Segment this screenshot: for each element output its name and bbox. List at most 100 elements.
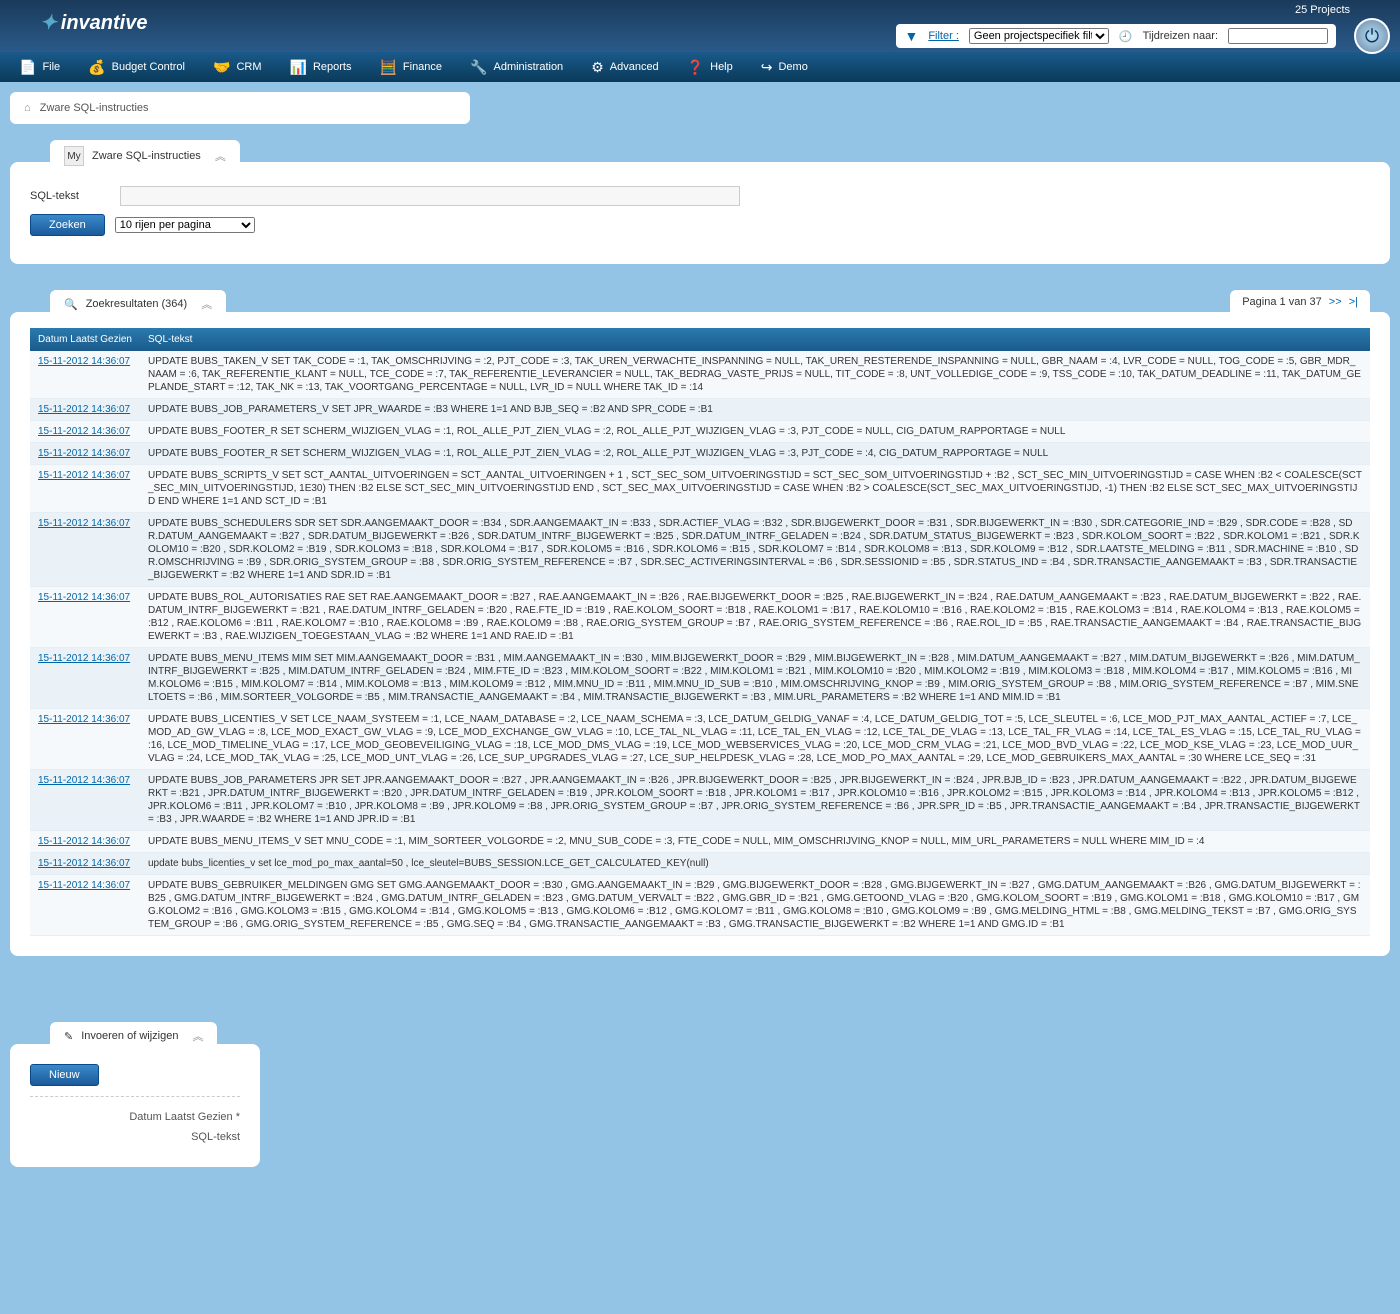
table-row: 15-11-2012 14:36:07UPDATE BUBS_LICENTIES…	[30, 709, 1370, 770]
collapse-icon[interactable]: ︽	[192, 1028, 203, 1044]
row-date-link[interactable]: 15-11-2012 14:36:07	[30, 648, 140, 709]
results-table: Datum Laatst Gezien SQL-tekst 15-11-2012…	[30, 328, 1370, 936]
menu-item-finance[interactable]: 🧮Finance	[365, 52, 456, 82]
menu-label: Help	[710, 61, 733, 73]
edit-panel-title: Invoeren of wijzigen	[81, 1030, 178, 1042]
row-date-link[interactable]: 15-11-2012 14:36:07	[30, 465, 140, 513]
row-date-link[interactable]: 15-11-2012 14:36:07	[30, 399, 140, 421]
home-icon[interactable]: ⌂	[24, 102, 31, 114]
power-button[interactable]: ⏻	[1354, 18, 1390, 54]
table-row: 15-11-2012 14:36:07UPDATE BUBS_MENU_ITEM…	[30, 831, 1370, 853]
results-panel: 🔍 Zoekresultaten (364) ︽ Pagina 1 van 37…	[10, 312, 1390, 956]
project-filter-select[interactable]: Geen projectspecifiek filter	[969, 28, 1109, 44]
table-row: 15-11-2012 14:36:07UPDATE BUBS_JOB_PARAM…	[30, 399, 1370, 421]
menu-label: File	[42, 61, 60, 73]
pager-last[interactable]: >|	[1349, 296, 1358, 308]
row-date-link[interactable]: 15-11-2012 14:36:07	[30, 351, 140, 399]
menu-item-budget-control[interactable]: 💰 Budget Control	[74, 52, 199, 82]
time-travel-label: Tijdreizen naar:	[1143, 30, 1218, 42]
mysql-icon: My	[64, 146, 84, 166]
search-icon: 🔍	[64, 298, 78, 311]
results-panel-title: Zoekresultaten (364)	[86, 298, 188, 310]
demo-icon: ↪	[761, 59, 773, 76]
menu-label: Reports	[313, 61, 352, 73]
pager: Pagina 1 van 37 >> >|	[1230, 290, 1370, 314]
main-menu: 📄 File 💰 Budget Control 🤝 CRM 📊 Reports 🧮Finance…	[0, 52, 1400, 82]
menu-label: Advanced	[610, 61, 659, 73]
administration-icon: 🔧	[470, 59, 487, 76]
row-sql-text: UPDATE BUBS_JOB_PARAMETERS JPR SET JPR.A…	[140, 770, 1370, 831]
edit-field-date: Datum Laatst Gezien *	[30, 1107, 240, 1127]
menu-item-administration[interactable]: 🔧Administration	[456, 52, 577, 82]
file-icon: 📄	[19, 59, 36, 76]
table-row: 15-11-2012 14:36:07UPDATE BUBS_FOOTER_R …	[30, 443, 1370, 465]
row-date-link[interactable]: 15-11-2012 14:36:07	[30, 853, 140, 875]
row-date-link[interactable]: 15-11-2012 14:36:07	[30, 831, 140, 853]
row-date-link[interactable]: 15-11-2012 14:36:07	[30, 770, 140, 831]
budget-control-icon: 💰	[88, 59, 105, 76]
menu-item-crm[interactable]: 🤝 CRM	[199, 52, 276, 82]
row-sql-text: UPDATE BUBS_SCRIPTS_V SET SCT_AANTAL_UIT…	[140, 465, 1370, 513]
row-date-link[interactable]: 15-11-2012 14:36:07	[30, 709, 140, 770]
new-button[interactable]: Nieuw	[30, 1064, 99, 1086]
row-sql-text: UPDATE BUBS_MENU_ITEMS MIM SET MIM.AANGE…	[140, 648, 1370, 709]
menu-item-help[interactable]: ❓ Help	[673, 52, 747, 82]
table-row: 15-11-2012 14:36:07UPDATE BUBS_ROL_AUTOR…	[30, 587, 1370, 648]
table-row: 15-11-2012 14:36:07UPDATE BUBS_SCHEDULER…	[30, 513, 1370, 587]
results-panel-tab: 🔍 Zoekresultaten (364) ︽	[50, 290, 226, 319]
time-travel-input[interactable]	[1228, 28, 1328, 44]
breadcrumb-title: Zware SQL-instructies	[40, 102, 149, 114]
row-date-link[interactable]: 15-11-2012 14:36:07	[30, 513, 140, 587]
menu-item-demo[interactable]: ↪ Demo	[747, 52, 822, 82]
menu-label: Budget Control	[112, 61, 185, 73]
row-sql-text: UPDATE BUBS_ROL_AUTORISATIES RAE SET RAE…	[140, 587, 1370, 648]
col-date-header[interactable]: Datum Laatst Gezien	[30, 328, 140, 351]
row-sql-text: UPDATE BUBS_FOOTER_R SET SCHERM_WIJZIGEN…	[140, 421, 1370, 443]
table-row: 15-11-2012 14:36:07update bubs_licenties…	[30, 853, 1370, 875]
row-sql-text: UPDATE BUBS_LICENTIES_V SET LCE_NAAM_SYS…	[140, 709, 1370, 770]
row-sql-text: UPDATE BUBS_SCHEDULERS SDR SET SDR.AANGE…	[140, 513, 1370, 587]
filter-link[interactable]: Filter :	[928, 30, 959, 42]
row-sql-text: UPDATE BUBS_JOB_PARAMETERS_V SET JPR_WAA…	[140, 399, 1370, 421]
menu-item-reports[interactable]: 📊 Reports	[276, 52, 366, 82]
row-date-link[interactable]: 15-11-2012 14:36:07	[30, 875, 140, 936]
crm-icon: 🤝	[213, 59, 230, 76]
col-sql-header[interactable]: SQL-tekst	[140, 328, 1370, 351]
advanced-icon: ⚙	[591, 59, 604, 76]
row-sql-text: UPDATE BUBS_MENU_ITEMS_V SET MNU_CODE = …	[140, 831, 1370, 853]
menu-label: CRM	[236, 61, 261, 73]
table-row: 15-11-2012 14:36:07UPDATE BUBS_SCRIPTS_V…	[30, 465, 1370, 513]
row-date-link[interactable]: 15-11-2012 14:36:07	[30, 587, 140, 648]
collapse-icon[interactable]: ︽	[201, 296, 212, 312]
table-row: 15-11-2012 14:36:07UPDATE BUBS_MENU_ITEM…	[30, 648, 1370, 709]
row-date-link[interactable]: 15-11-2012 14:36:07	[30, 443, 140, 465]
search-button[interactable]: Zoeken	[30, 214, 105, 236]
table-row: 15-11-2012 14:36:07UPDATE BUBS_GEBRUIKER…	[30, 875, 1370, 936]
row-sql-text: update bubs_licenties_v set lce_mod_po_m…	[140, 853, 1370, 875]
sql-text-input[interactable]	[120, 186, 740, 206]
edit-field-sql: SQL-tekst	[30, 1127, 240, 1147]
menu-label: Demo	[778, 61, 807, 73]
top-bar: invantive 25 Projects ▼ Filter : Geen pr…	[0, 0, 1400, 52]
collapse-icon[interactable]: ︽	[215, 148, 226, 164]
table-row: 15-11-2012 14:36:07UPDATE BUBS_FOOTER_R …	[30, 421, 1370, 443]
menu-item-advanced[interactable]: ⚙ Advanced	[577, 52, 673, 82]
separator	[30, 1096, 240, 1097]
help-icon: ❓	[687, 59, 704, 76]
reports-icon: 📊	[290, 59, 307, 76]
search-panel-title: Zware SQL-instructies	[92, 150, 201, 162]
search-panel: My Zware SQL-instructies ︽ SQL-tekst Zoe…	[10, 162, 1390, 264]
clock-icon: 🕘	[1119, 30, 1133, 43]
funnel-icon: ▼	[904, 28, 918, 44]
filter-bar: ▼ Filter : Geen projectspecifiek filter …	[896, 24, 1336, 48]
table-row: 15-11-2012 14:36:07UPDATE BUBS_TAKEN_V S…	[30, 351, 1370, 399]
rows-per-page-select[interactable]: 10 rijen per pagina	[115, 217, 255, 233]
pager-next[interactable]: >>	[1329, 296, 1342, 308]
row-sql-text: UPDATE BUBS_TAKEN_V SET TAK_CODE = :1, T…	[140, 351, 1370, 399]
table-row: 15-11-2012 14:36:07UPDATE BUBS_JOB_PARAM…	[30, 770, 1370, 831]
menu-item-file[interactable]: 📄 File	[5, 52, 74, 82]
menu-label: Finance	[403, 61, 442, 73]
row-date-link[interactable]: 15-11-2012 14:36:07	[30, 421, 140, 443]
projects-count: 25 Projects	[1255, 2, 1390, 18]
logo: invantive	[40, 10, 147, 35]
